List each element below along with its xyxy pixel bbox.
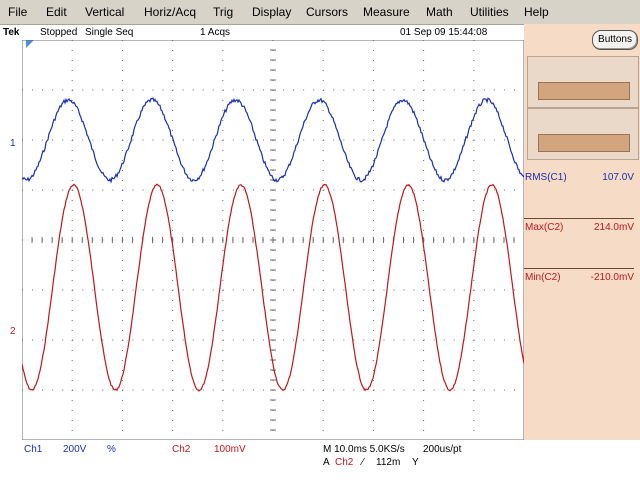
menu-help[interactable]: Help <box>524 5 549 19</box>
trigger-slope-icon: ⁄ <box>362 457 364 468</box>
ch2-ground-marker[interactable]: 2 <box>10 326 16 337</box>
panel-slot-2-button[interactable] <box>538 134 630 152</box>
trigger-unit: Y <box>412 457 419 468</box>
menu-file[interactable]: File <box>8 5 27 19</box>
measurement-label: RMS(C1) <box>525 172 567 183</box>
panel-slot-1 <box>527 56 639 108</box>
acquisition-mode: Single Seq <box>85 27 134 38</box>
divider <box>524 268 634 269</box>
menu-bar: File Edit Vertical Horiz/Acq Trig Displa… <box>0 0 640 25</box>
timebase-readout[interactable]: M 10.0ms 5.0KS/s <box>323 444 405 455</box>
ch1-scale[interactable]: 200V <box>63 444 86 455</box>
menu-measure[interactable]: Measure <box>363 5 410 19</box>
brand-logo: Tek <box>3 27 20 38</box>
measurement-min-c2[interactable]: Min(C2) -210.0mV <box>524 268 640 288</box>
resolution-readout: 200us/pt <box>423 444 462 455</box>
waveform-display[interactable] <box>22 40 524 440</box>
menu-cursors[interactable]: Cursors <box>306 5 348 19</box>
measurement-label: Min(C2) <box>525 272 561 283</box>
menu-trig[interactable]: Trig <box>213 5 233 19</box>
ch2-name[interactable]: Ch2 <box>172 444 190 455</box>
menu-vertical[interactable]: Vertical <box>85 5 124 19</box>
trigger-prefix: A <box>323 457 330 468</box>
divider <box>524 218 634 219</box>
bottom-readout-bar: Ch1 200V % Ch2 100mV M 10.0ms 5.0KS/s 20… <box>0 440 640 480</box>
acquisition-count: 1 Acqs <box>200 27 231 38</box>
menu-edit[interactable]: Edit <box>46 5 67 19</box>
measurement-rms-c1[interactable]: RMS(C1) 107.0V <box>524 168 640 188</box>
menu-horiz-acq[interactable]: Horiz/Acq <box>144 5 196 19</box>
measurement-value: 107.0V <box>602 172 634 183</box>
measurement-value: -210.0mV <box>590 272 634 283</box>
ch1-ground-marker[interactable]: 1 <box>10 138 16 149</box>
menu-utilities[interactable]: Utilities <box>470 5 509 19</box>
ch1-coupling: % <box>107 444 116 455</box>
trigger-source[interactable]: Ch2 <box>335 457 353 468</box>
status-bar: Tek Stopped Single Seq 1 Acqs 01 Sep 09 … <box>0 25 524 40</box>
graticule <box>22 40 524 440</box>
measurement-max-c2[interactable]: Max(C2) 214.0mV <box>524 218 640 238</box>
menu-display[interactable]: Display <box>252 5 291 19</box>
acquisition-state: Stopped <box>40 27 78 38</box>
trigger-level[interactable]: 112m <box>376 457 400 468</box>
ch1-name[interactable]: Ch1 <box>24 444 42 455</box>
measurement-label: Max(C2) <box>525 222 564 233</box>
menu-math[interactable]: Math <box>426 5 453 19</box>
timestamp: 01 Sep 09 15:44:08 <box>400 27 488 38</box>
panel-slot-2 <box>527 108 639 160</box>
ch2-scale[interactable]: 100mV <box>214 444 246 455</box>
panel-slot-1-button[interactable] <box>538 82 630 100</box>
measurement-value: 214.0mV <box>593 222 634 233</box>
buttons-toggle-button[interactable]: Buttons <box>592 30 638 50</box>
